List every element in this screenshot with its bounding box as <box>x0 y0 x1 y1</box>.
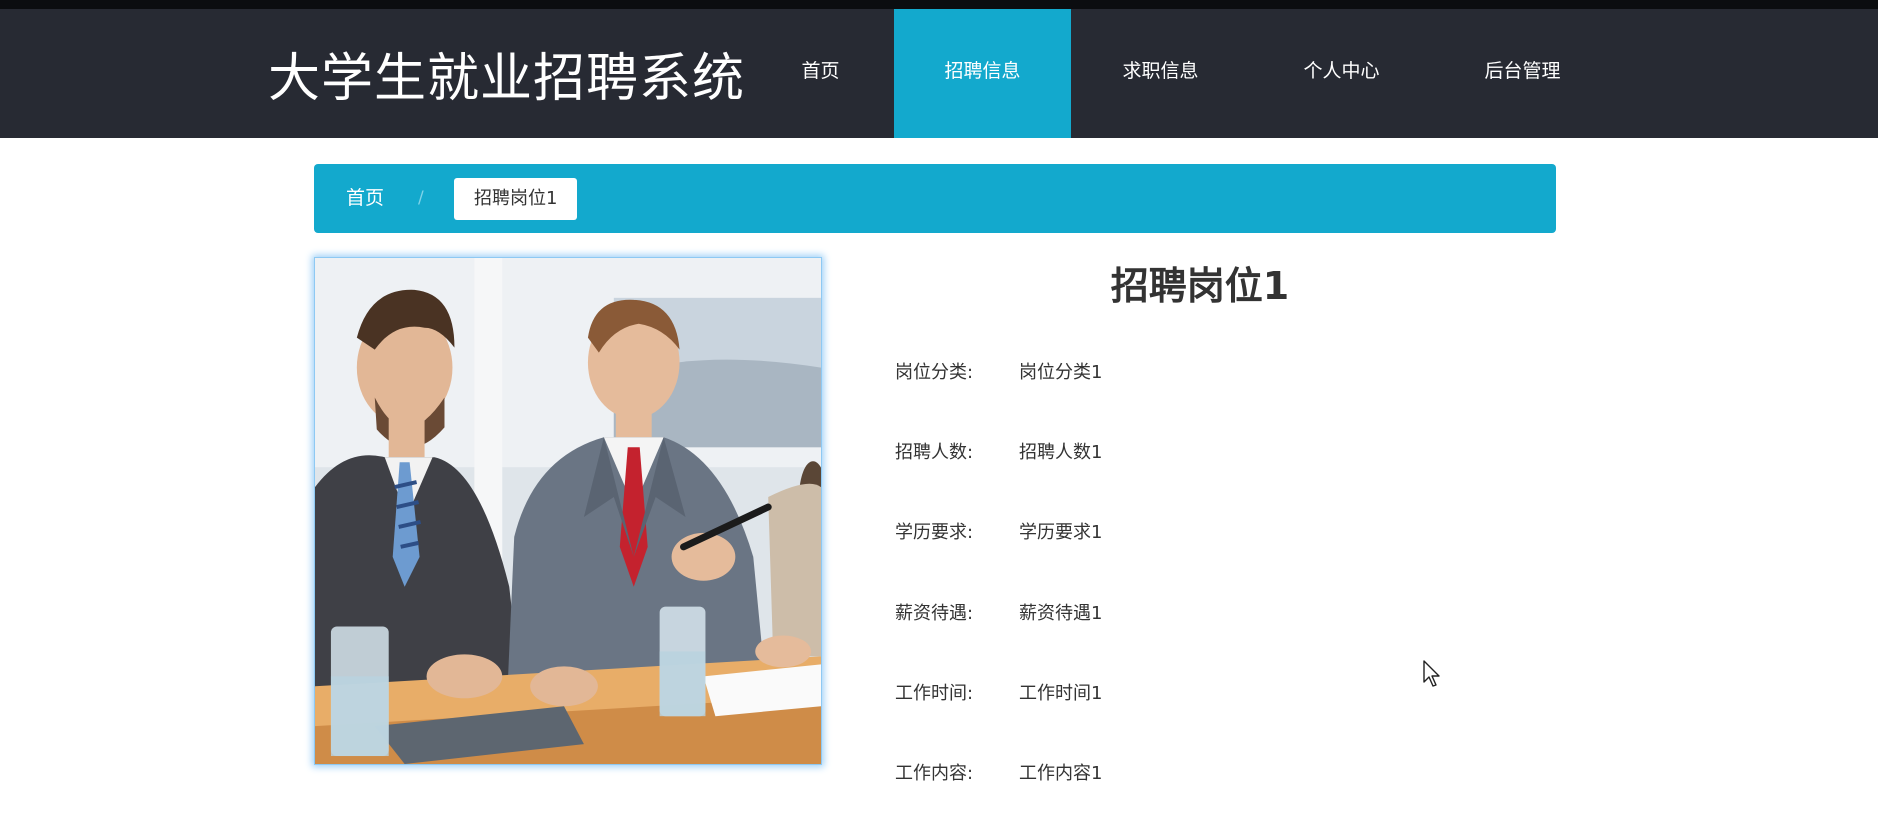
breadcrumb-separator: / <box>418 188 424 208</box>
site-title: 大学生就业招聘系统 <box>268 49 746 109</box>
interview-illustration <box>315 258 821 764</box>
detail-value: 招聘人数1 <box>1019 442 1103 463</box>
nav-item-admin[interactable]: 后台管理 <box>1434 9 1611 138</box>
detail-value: 工作内容1 <box>1019 763 1103 784</box>
job-photo <box>314 257 822 765</box>
detail-label: 招聘人数: <box>895 442 974 463</box>
detail-value: 工作时间1 <box>1019 683 1103 704</box>
window-top-strip <box>0 0 1878 9</box>
detail-label: 岗位分类: <box>895 362 974 383</box>
breadcrumb-current: 招聘岗位1 <box>454 178 578 220</box>
nav-item-personal-center[interactable]: 个人中心 <box>1253 9 1430 138</box>
breadcrumb: 首页 / 招聘岗位1 <box>314 164 1556 233</box>
detail-label: 薪资待遇: <box>895 603 974 624</box>
nav-item-job-seeking[interactable]: 求职信息 <box>1072 9 1249 138</box>
detail-value: 学历要求1 <box>1019 522 1103 543</box>
breadcrumb-home-link[interactable]: 首页 <box>346 164 384 233</box>
job-title: 招聘岗位1 <box>1110 264 1290 308</box>
detail-value: 岗位分类1 <box>1019 362 1103 383</box>
site-header: 大学生就业招聘系统 首页 招聘信息 求职信息 个人中心 后台管理 <box>0 9 1878 138</box>
mouse-cursor-icon <box>1423 660 1440 687</box>
detail-label: 工作时间: <box>895 683 974 704</box>
detail-value: 薪资待遇1 <box>1019 603 1103 624</box>
nav-item-home[interactable]: 首页 <box>732 9 909 138</box>
nav-item-recruitment[interactable]: 招聘信息 <box>894 9 1071 138</box>
detail-label: 工作内容: <box>895 763 974 784</box>
detail-label: 学历要求: <box>895 522 974 543</box>
